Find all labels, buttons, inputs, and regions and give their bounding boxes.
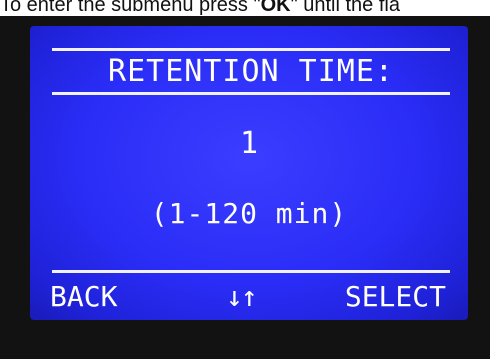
lcd-screen: RETENTION TIME: 1 (1-120 min) BACK ↓↑ SE…	[30, 26, 468, 320]
caption-suffix: " until the fla	[290, 0, 400, 16]
retention-time-value[interactable]: 1	[30, 126, 468, 162]
title-bottom-divider	[52, 92, 450, 95]
up-down-arrows-icon[interactable]: ↓↑	[226, 280, 258, 314]
value-range-hint: (1-120 min)	[150, 197, 348, 230]
back-softkey[interactable]: BACK	[50, 280, 117, 314]
softkey-divider	[52, 270, 450, 273]
caption-prefix: To enter the submenu press "	[0, 0, 261, 16]
menu-title: RETENTION TIME:	[108, 54, 394, 89]
instruction-caption: To enter the submenu press "OK" until th…	[0, 0, 490, 16]
caption-key: OK	[260, 0, 291, 16]
select-softkey[interactable]: SELECT	[345, 280, 446, 314]
title-top-divider	[52, 48, 450, 51]
